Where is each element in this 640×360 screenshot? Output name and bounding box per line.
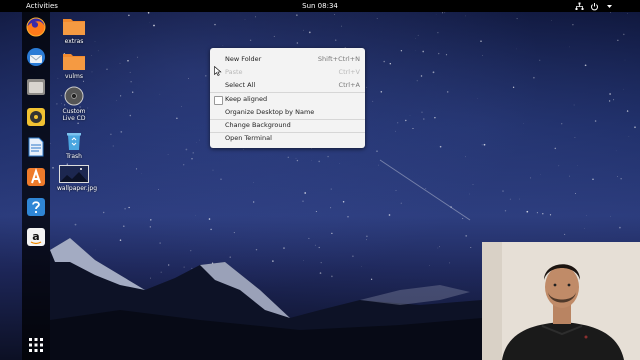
menu-item-keep-aligned[interactable]: Keep aligned <box>210 93 365 106</box>
chevron-down-icon <box>605 2 614 11</box>
rhythmbox-icon <box>27 108 45 126</box>
mouse-cursor-icon <box>214 61 222 76</box>
desktop-icon-label: Custom Live CD <box>62 108 86 122</box>
desktop-icon-custom-live-cd[interactable]: Custom Live CD <box>54 86 94 122</box>
power-icon <box>590 2 599 11</box>
desktop-context-menu: New Folder Shift+Ctrl+N Paste Ctrl+V Sel… <box>210 48 365 148</box>
system-tray[interactable] <box>575 0 614 12</box>
dock-item-amazon[interactable]: a <box>25 226 47 248</box>
desktop-icon-extras[interactable]: extras <box>54 16 94 45</box>
disc-icon <box>62 86 86 106</box>
menu-item-paste[interactable]: Paste Ctrl+V <box>210 66 365 79</box>
desktop-icon-label: extras <box>64 38 84 45</box>
app-grid-icon <box>29 338 43 352</box>
menu-item-label: Open Terminal <box>225 134 272 142</box>
menu-item-select-all[interactable]: Select All Ctrl+A <box>210 79 365 92</box>
files-icon <box>27 79 45 95</box>
menu-item-label: Change Background <box>225 121 291 129</box>
top-bar: Activities Sun 08:34 <box>0 0 640 12</box>
svg-text:a: a <box>32 230 39 243</box>
menu-item-label: Organize Desktop by Name <box>225 108 315 116</box>
menu-item-new-folder[interactable]: New Folder Shift+Ctrl+N <box>210 53 365 66</box>
menu-item-label: Select All <box>225 81 256 89</box>
software-center-icon <box>27 167 45 186</box>
help-icon <box>27 198 45 216</box>
menu-item-change-background[interactable]: Change Background <box>210 119 365 132</box>
amazon-icon: a <box>27 228 45 246</box>
dock-item-thunderbird[interactable] <box>25 46 47 68</box>
image-file-icon <box>59 165 89 183</box>
menu-item-label: Paste <box>225 68 243 76</box>
desktop-icon-wallpaper[interactable]: wallpaper.jpg <box>54 165 98 192</box>
webcam-overlay <box>482 242 640 360</box>
desktop-icon-trash[interactable]: Trash <box>54 131 94 160</box>
document-icon <box>28 137 44 157</box>
folder-icon <box>62 16 86 36</box>
menu-item-shortcut: Shift+Ctrl+N <box>317 55 360 63</box>
desktop-icon-label: wallpaper.jpg <box>57 185 98 192</box>
menu-item-label: New Folder <box>225 55 262 63</box>
dock: a <box>22 12 50 360</box>
presenter-video <box>482 242 640 360</box>
folder-icon <box>62 51 86 71</box>
trash-icon <box>62 131 86 151</box>
clock[interactable]: Sun 08:34 <box>0 0 640 12</box>
firefox-icon <box>26 17 46 37</box>
desktop-icon-vulms[interactable]: vulms <box>54 51 94 80</box>
dock-item-files[interactable] <box>25 76 47 98</box>
dock-item-help[interactable] <box>25 196 47 218</box>
dock-item-software[interactable] <box>25 166 47 188</box>
network-icon <box>575 2 584 11</box>
thunderbird-mail-icon <box>27 48 45 66</box>
menu-item-organize-desktop[interactable]: Organize Desktop by Name <box>210 106 365 119</box>
menu-item-shortcut: Ctrl+V <box>338 68 360 76</box>
menu-item-label: Keep aligned <box>225 95 268 103</box>
clock-text: Sun 08:34 <box>302 2 338 10</box>
dock-item-rhythmbox[interactable] <box>25 106 47 128</box>
menu-item-shortcut: Ctrl+A <box>338 81 360 89</box>
dock-item-firefox[interactable] <box>25 16 47 38</box>
dock-item-writer[interactable] <box>25 136 47 158</box>
show-applications-button[interactable] <box>25 334 47 356</box>
desktop-icon-label: Trash <box>66 153 82 160</box>
checkbox-icon <box>214 96 223 105</box>
desktop-icon-label: vulms <box>65 73 83 80</box>
menu-item-open-terminal[interactable]: Open Terminal <box>210 132 365 145</box>
